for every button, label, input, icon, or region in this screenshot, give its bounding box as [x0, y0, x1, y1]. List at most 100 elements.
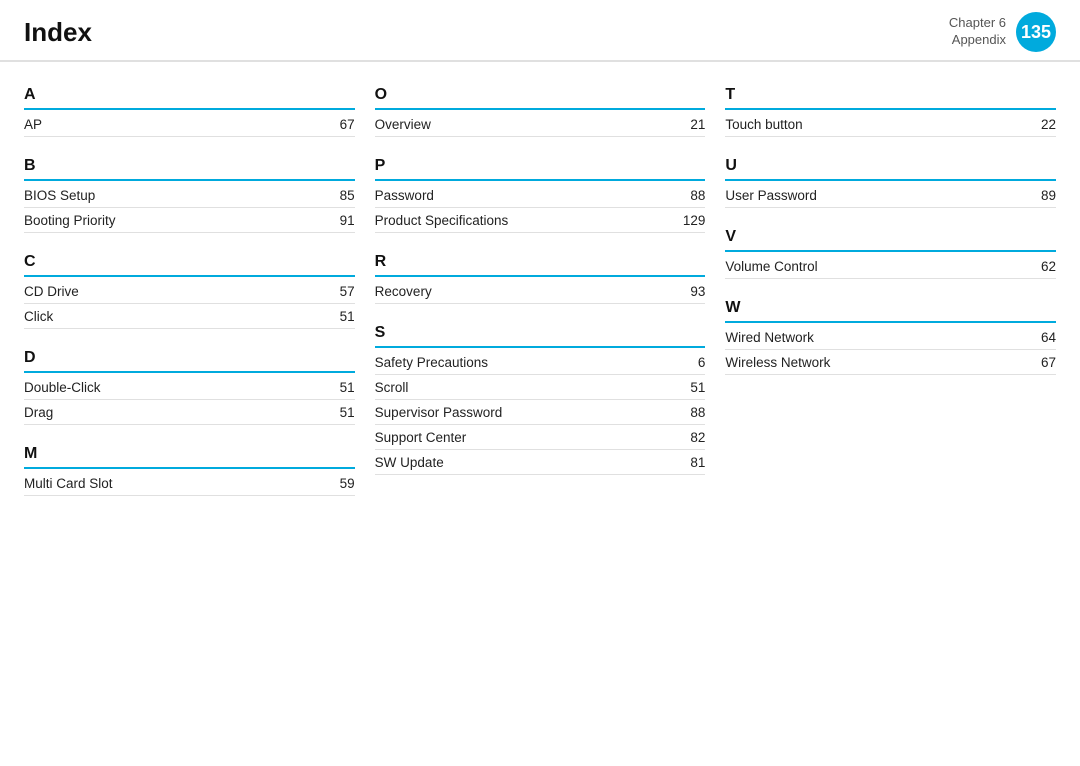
section-letter-t: T [725, 86, 1056, 110]
index-entry: Product Specifications 129 [375, 208, 706, 233]
section-letter-w: W [725, 299, 1056, 323]
entry-label: User Password [725, 188, 817, 203]
index-entry: Touch button 22 [725, 112, 1056, 137]
section-a: A AP 67 [24, 86, 355, 137]
entry-page: 67 [325, 117, 355, 132]
entry-label: Booting Priority [24, 213, 116, 228]
index-entry: Scroll 51 [375, 375, 706, 400]
section-m: M Multi Card Slot 59 [24, 445, 355, 496]
section-v: V Volume Control 62 [725, 228, 1056, 279]
index-entry: User Password 89 [725, 183, 1056, 208]
index-entry: SW Update 81 [375, 450, 706, 475]
index-entry: Wireless Network 67 [725, 350, 1056, 375]
entry-label: Double-Click [24, 380, 101, 395]
index-entry: Recovery 93 [375, 279, 706, 304]
entry-label: Support Center [375, 430, 467, 445]
section-letter-a: A [24, 86, 355, 110]
entry-label: SW Update [375, 455, 444, 470]
index-column-0: AAP67BBIOS Setup85Booting Priority91CCD … [24, 86, 375, 738]
section-d: D Double-Click 51 Drag 51 [24, 349, 355, 425]
section-letter-u: U [725, 157, 1056, 181]
entry-page: 59 [325, 476, 355, 491]
entry-page: 88 [675, 405, 705, 420]
section-s: S Safety Precautions 6 Scroll 51 Supervisor P… [375, 324, 706, 475]
index-entry: Support Center 82 [375, 425, 706, 450]
index-entry: Double-Click 51 [24, 375, 355, 400]
entry-label: Wireless Network [725, 355, 830, 370]
entry-page: 22 [1026, 117, 1056, 132]
index-entry: CD Drive 57 [24, 279, 355, 304]
section-letter-v: V [725, 228, 1056, 252]
entry-page: 62 [1026, 259, 1056, 274]
entry-label: Recovery [375, 284, 432, 299]
entry-page: 21 [675, 117, 705, 132]
section-o: O Overview 21 [375, 86, 706, 137]
index-content: AAP67BBIOS Setup85Booting Priority91CCD … [0, 62, 1080, 758]
entry-page: 57 [325, 284, 355, 299]
entry-label: Click [24, 309, 53, 324]
index-entry: Overview 21 [375, 112, 706, 137]
section-letter-p: P [375, 157, 706, 181]
entry-label: Product Specifications [375, 213, 509, 228]
page-number-badge: 135 [1016, 12, 1056, 52]
index-entry: Wired Network 64 [725, 325, 1056, 350]
entry-page: 67 [1026, 355, 1056, 370]
entry-label: Volume Control [725, 259, 817, 274]
section-b: B BIOS Setup 85 Booting Priority 91 [24, 157, 355, 233]
section-letter-s: S [375, 324, 706, 348]
entry-label: Touch button [725, 117, 802, 132]
entry-label: Multi Card Slot [24, 476, 113, 491]
entry-page: 85 [325, 188, 355, 203]
entry-page: 81 [675, 455, 705, 470]
entry-page: 129 [675, 213, 705, 228]
entry-page: 88 [675, 188, 705, 203]
section-c: C CD Drive 57 Click 51 [24, 253, 355, 329]
entry-label: Safety Precautions [375, 355, 488, 370]
index-entry: Multi Card Slot 59 [24, 471, 355, 496]
page-header: Index Chapter 6 Appendix 135 [0, 0, 1080, 62]
entry-label: Overview [375, 117, 431, 132]
section-letter-c: C [24, 253, 355, 277]
section-w: W Wired Network 64 Wireless Network 67 [725, 299, 1056, 375]
entry-label: AP [24, 117, 42, 132]
entry-label: Supervisor Password [375, 405, 503, 420]
section-letter-d: D [24, 349, 355, 373]
entry-label: Drag [24, 405, 53, 420]
index-column-1: O Overview 21 P Password 88 Product Specificat… [375, 86, 726, 738]
index-entry: Drag 51 [24, 400, 355, 425]
index-entry: Supervisor Password 88 [375, 400, 706, 425]
page-title: Index [24, 17, 92, 48]
entry-page: 91 [325, 213, 355, 228]
index-entry: Volume Control 62 [725, 254, 1056, 279]
entry-page: 89 [1026, 188, 1056, 203]
entry-page: 51 [325, 380, 355, 395]
section-t: T Touch button 22 [725, 86, 1056, 137]
entry-label: Scroll [375, 380, 409, 395]
section-r: R Recovery 93 [375, 253, 706, 304]
entry-label: CD Drive [24, 284, 79, 299]
index-entry: Booting Priority 91 [24, 208, 355, 233]
entry-label: BIOS Setup [24, 188, 95, 203]
entry-page: 82 [675, 430, 705, 445]
entry-page: 93 [675, 284, 705, 299]
entry-page: 6 [675, 355, 705, 370]
chapter-label: Chapter 6 Appendix [949, 15, 1006, 49]
index-entry: Click 51 [24, 304, 355, 329]
index-entry: AP 67 [24, 112, 355, 137]
section-u: U User Password 89 [725, 157, 1056, 208]
section-letter-b: B [24, 157, 355, 181]
section-letter-o: O [375, 86, 706, 110]
index-entry: Password 88 [375, 183, 706, 208]
entry-label: Wired Network [725, 330, 814, 345]
section-letter-m: M [24, 445, 355, 469]
entry-label: Password [375, 188, 434, 203]
section-letter-r: R [375, 253, 706, 277]
section-p: P Password 88 Product Specifications 129 [375, 157, 706, 233]
entry-page: 64 [1026, 330, 1056, 345]
chapter-info: Chapter 6 Appendix 135 [949, 12, 1056, 52]
index-column-2: TTouch button22UUser Password89VVolume C… [725, 86, 1056, 738]
index-entry: Safety Precautions 6 [375, 350, 706, 375]
entry-page: 51 [325, 309, 355, 324]
entry-page: 51 [675, 380, 705, 395]
entry-page: 51 [325, 405, 355, 420]
